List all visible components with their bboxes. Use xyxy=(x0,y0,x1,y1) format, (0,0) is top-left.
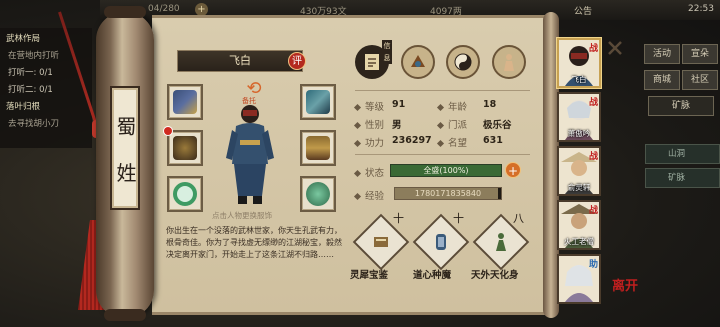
menu-button[interactable]: 活动 xyxy=(644,44,680,64)
skill-rank: 十 xyxy=(393,212,404,225)
equipment-slot[interactable] xyxy=(167,84,203,120)
surname-plaque: 蜀 姓 xyxy=(110,86,140,210)
battle-tag: 战 xyxy=(588,152,598,162)
divider xyxy=(355,90,530,91)
menu-button[interactable]: 商城 xyxy=(644,70,680,90)
leave-button[interactable]: 离开 xyxy=(612,275,638,294)
restore-status-button[interactable]: + xyxy=(505,162,521,178)
menu-button[interactable]: 宣朵 xyxy=(682,44,718,64)
status-bar: 全盛(100%) xyxy=(390,164,502,177)
taiji-icon[interactable] xyxy=(446,45,480,79)
info-tag: 信息 xyxy=(382,40,392,64)
battle-tag: 战 xyxy=(588,98,598,108)
level-value: 91 xyxy=(392,99,406,110)
armor-icon xyxy=(306,136,330,160)
quest-title[interactable]: 落叶归根 xyxy=(6,100,86,112)
map-entry[interactable]: 矿脉 xyxy=(645,168,720,188)
resource-1: 04/280 xyxy=(148,4,180,14)
quest-title[interactable]: 武林作局 xyxy=(6,32,86,44)
age-label: 年龄 xyxy=(436,99,467,113)
quest-log[interactable]: 武林作局 在营地内打听 打听一: 0/1 打听二: 0/1 落叶归根 去寻找胡小… xyxy=(0,28,92,148)
battle-tag: 战 xyxy=(588,44,598,54)
roller-cap xyxy=(104,309,146,321)
fame-value: 631 xyxy=(483,135,503,146)
skill-rank: 十 xyxy=(453,212,464,225)
assist-tag: 助 xyxy=(588,260,598,270)
status-label: 状态 xyxy=(353,165,384,179)
upgrade-dot xyxy=(164,127,172,135)
equipment-slot[interactable] xyxy=(300,130,336,166)
equipment-slot[interactable] xyxy=(300,176,336,212)
equipment-slot[interactable] xyxy=(167,176,203,212)
roster-portrait[interactable]: 战 萧傲吟 xyxy=(557,92,601,142)
close-icon[interactable] xyxy=(605,38,625,58)
roster-name: 萧傲吟 xyxy=(567,129,591,138)
roster-name: 飞白 xyxy=(571,75,587,84)
skill-name: 灵犀宝鉴 xyxy=(350,270,389,281)
map-entry[interactable]: 山洞 xyxy=(645,144,720,164)
roller-cap xyxy=(104,6,146,18)
review-badge[interactable]: 评 xyxy=(288,52,306,70)
fame-label: 名望 xyxy=(436,135,467,149)
ring-icon xyxy=(173,182,197,206)
skill-rank: 八 xyxy=(513,212,524,225)
skill-name: 天外天化身 xyxy=(471,270,519,281)
roster-portrait[interactable]: 战 俞灵轩 xyxy=(557,146,601,196)
divider xyxy=(355,154,530,155)
quest-progress: 打听二: 0/1 xyxy=(8,85,53,95)
equipment-slot[interactable] xyxy=(300,84,336,120)
quest-progress: 打听一: 0/1 xyxy=(8,68,53,78)
hat-icon xyxy=(306,90,330,114)
jade-pendant-icon xyxy=(306,182,330,206)
exp-value: 1780171835840 xyxy=(414,189,482,198)
power-label: 功力 xyxy=(353,135,384,149)
weapon-icon xyxy=(173,136,197,160)
sect-value: 极乐谷 xyxy=(483,120,512,131)
martial-icon[interactable] xyxy=(401,45,435,79)
power-value: 236297 xyxy=(392,135,432,146)
gender-value: 男 xyxy=(392,120,402,131)
battle-tag: 战 xyxy=(588,206,598,216)
character-bio: 你出生在一个没落的武林世家，你天生孔武有力，根骨奇佳。你为了寻找虚无缥缈的江湖秘… xyxy=(166,226,342,259)
equipment-slot[interactable] xyxy=(167,130,203,166)
scroll-icon xyxy=(421,222,461,262)
tab-mine[interactable]: 矿脉 xyxy=(648,96,714,116)
character-name: 飞白 xyxy=(177,50,303,72)
quest-sub: 去寻找胡小刀 xyxy=(8,119,60,129)
gender-label: 性别 xyxy=(353,117,384,131)
roster-name: 火工老僧 xyxy=(564,237,594,246)
menu-button[interactable]: 社区 xyxy=(682,70,718,90)
sect-label: 门派 xyxy=(436,117,467,131)
announcement-link[interactable]: 公告 xyxy=(574,4,592,17)
figure-icon xyxy=(481,222,521,262)
clock: 22:53 xyxy=(688,4,714,14)
roster-portrait[interactable]: 战 飞白 xyxy=(557,38,601,88)
body-icon[interactable] xyxy=(492,45,526,79)
scripture-icon xyxy=(361,222,401,262)
roster-portrait[interactable]: 战 火工老僧 xyxy=(557,200,601,250)
level-label: 等级 xyxy=(353,99,384,113)
roster-name: 俞灵轩 xyxy=(567,183,591,192)
exp-bar: 1780171835840 xyxy=(394,187,502,200)
outfit-hint: 点击人物更换服饰 xyxy=(212,211,272,220)
character-figure[interactable] xyxy=(222,100,278,206)
age-value: 18 xyxy=(483,99,497,110)
skill-name: 道心种魔 xyxy=(413,270,452,281)
exp-label: 经验 xyxy=(353,188,384,202)
roster-portrait[interactable]: 助 xyxy=(557,254,601,304)
bracer-icon xyxy=(173,90,197,114)
